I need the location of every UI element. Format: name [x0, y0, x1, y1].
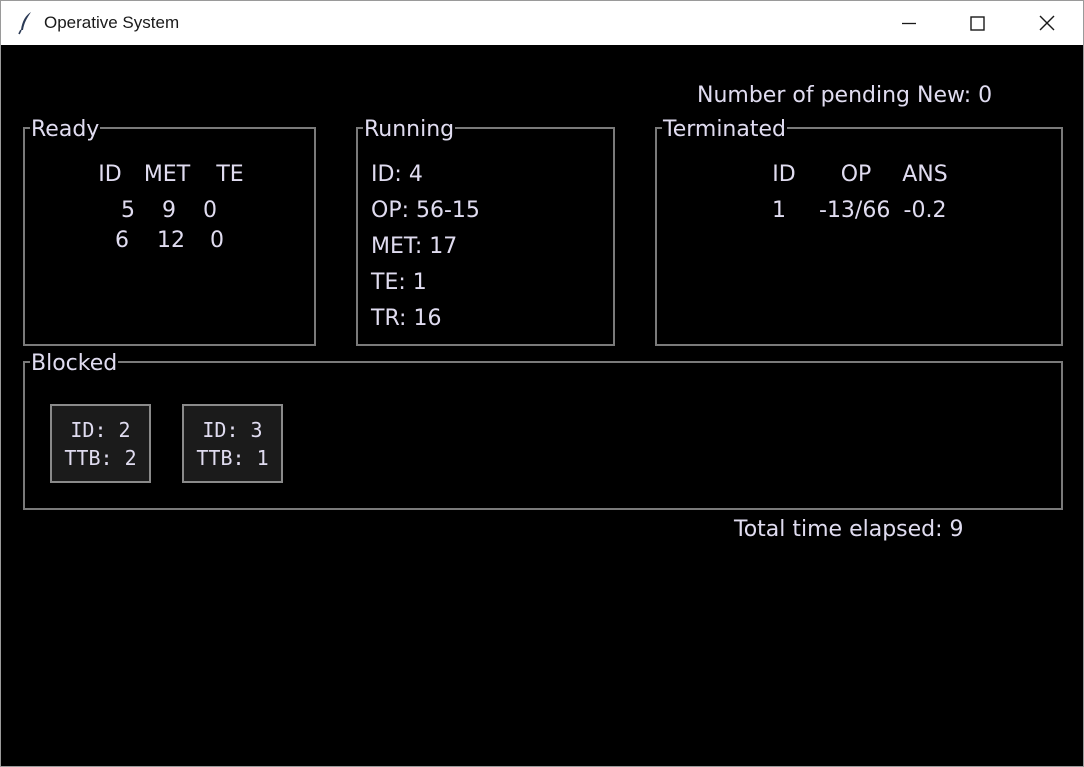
blocked-frame: Blocked ID: 2 TTB: 2 ID: 3 TTB: 1 — [23, 353, 1063, 510]
maximize-icon — [970, 16, 985, 31]
terminated-title: Terminated — [662, 117, 787, 142]
running-tr: TR: 16 — [371, 306, 442, 331]
blocked-card-id: ID: 2 — [70, 418, 131, 442]
blocked-card-id: ID: 3 — [202, 418, 263, 442]
running-id: ID: 4 — [371, 162, 423, 187]
main-content: Number of pending New: 0 Ready ID MET TE… — [1, 45, 1083, 766]
ready-header-te: TE — [216, 162, 244, 187]
title-bar[interactable]: Operative System — [1, 1, 1083, 45]
terminated-cell: -0.2 — [903, 198, 947, 223]
minimize-icon — [902, 22, 916, 25]
ready-header-met: MET — [143, 162, 191, 187]
terminated-cell: -13/66 — [819, 198, 891, 223]
ready-frame: Ready ID MET TE 5 9 0 6 12 0 — [23, 119, 316, 346]
maximize-button[interactable] — [943, 1, 1011, 45]
running-met: MET: 17 — [371, 234, 458, 259]
elapsed-time-label: Total time elapsed: 9 — [734, 517, 964, 542]
blocked-card-ttb: TTB: 2 — [64, 446, 137, 470]
running-title: Running — [363, 117, 456, 142]
terminated-header-ans: ANS — [902, 162, 948, 187]
ready-cell: 0 — [210, 228, 224, 253]
terminated-header-id: ID — [772, 162, 796, 187]
running-op: OP: 56-15 — [371, 198, 480, 223]
blocked-card-ttb: TTB: 1 — [196, 446, 269, 470]
app-window: Operative System Number of pending New: … — [0, 0, 1084, 767]
blocked-card: ID: 2 TTB: 2 — [50, 404, 151, 483]
ready-title: Ready — [30, 117, 101, 142]
window-title: Operative System — [44, 13, 180, 32]
terminated-header-op: OP — [840, 162, 872, 187]
blocked-card: ID: 3 TTB: 1 — [182, 404, 283, 483]
feather-icon — [17, 11, 35, 35]
ready-header-id: ID — [98, 162, 122, 187]
close-button[interactable] — [1013, 1, 1081, 45]
running-te: TE: 1 — [371, 270, 427, 295]
blocked-title: Blocked — [30, 351, 119, 376]
terminated-cell: 1 — [772, 198, 786, 223]
ready-cell: 0 — [203, 198, 217, 223]
close-icon — [1039, 15, 1055, 31]
pending-new-label: Number of pending New: 0 — [697, 83, 993, 108]
terminated-frame: Terminated ID OP ANS 1 -13/66 -0.2 — [655, 119, 1063, 346]
minimize-button[interactable] — [875, 1, 943, 45]
running-frame: Running ID: 4 OP: 56-15 MET: 17 TE: 1 TR… — [356, 119, 615, 346]
